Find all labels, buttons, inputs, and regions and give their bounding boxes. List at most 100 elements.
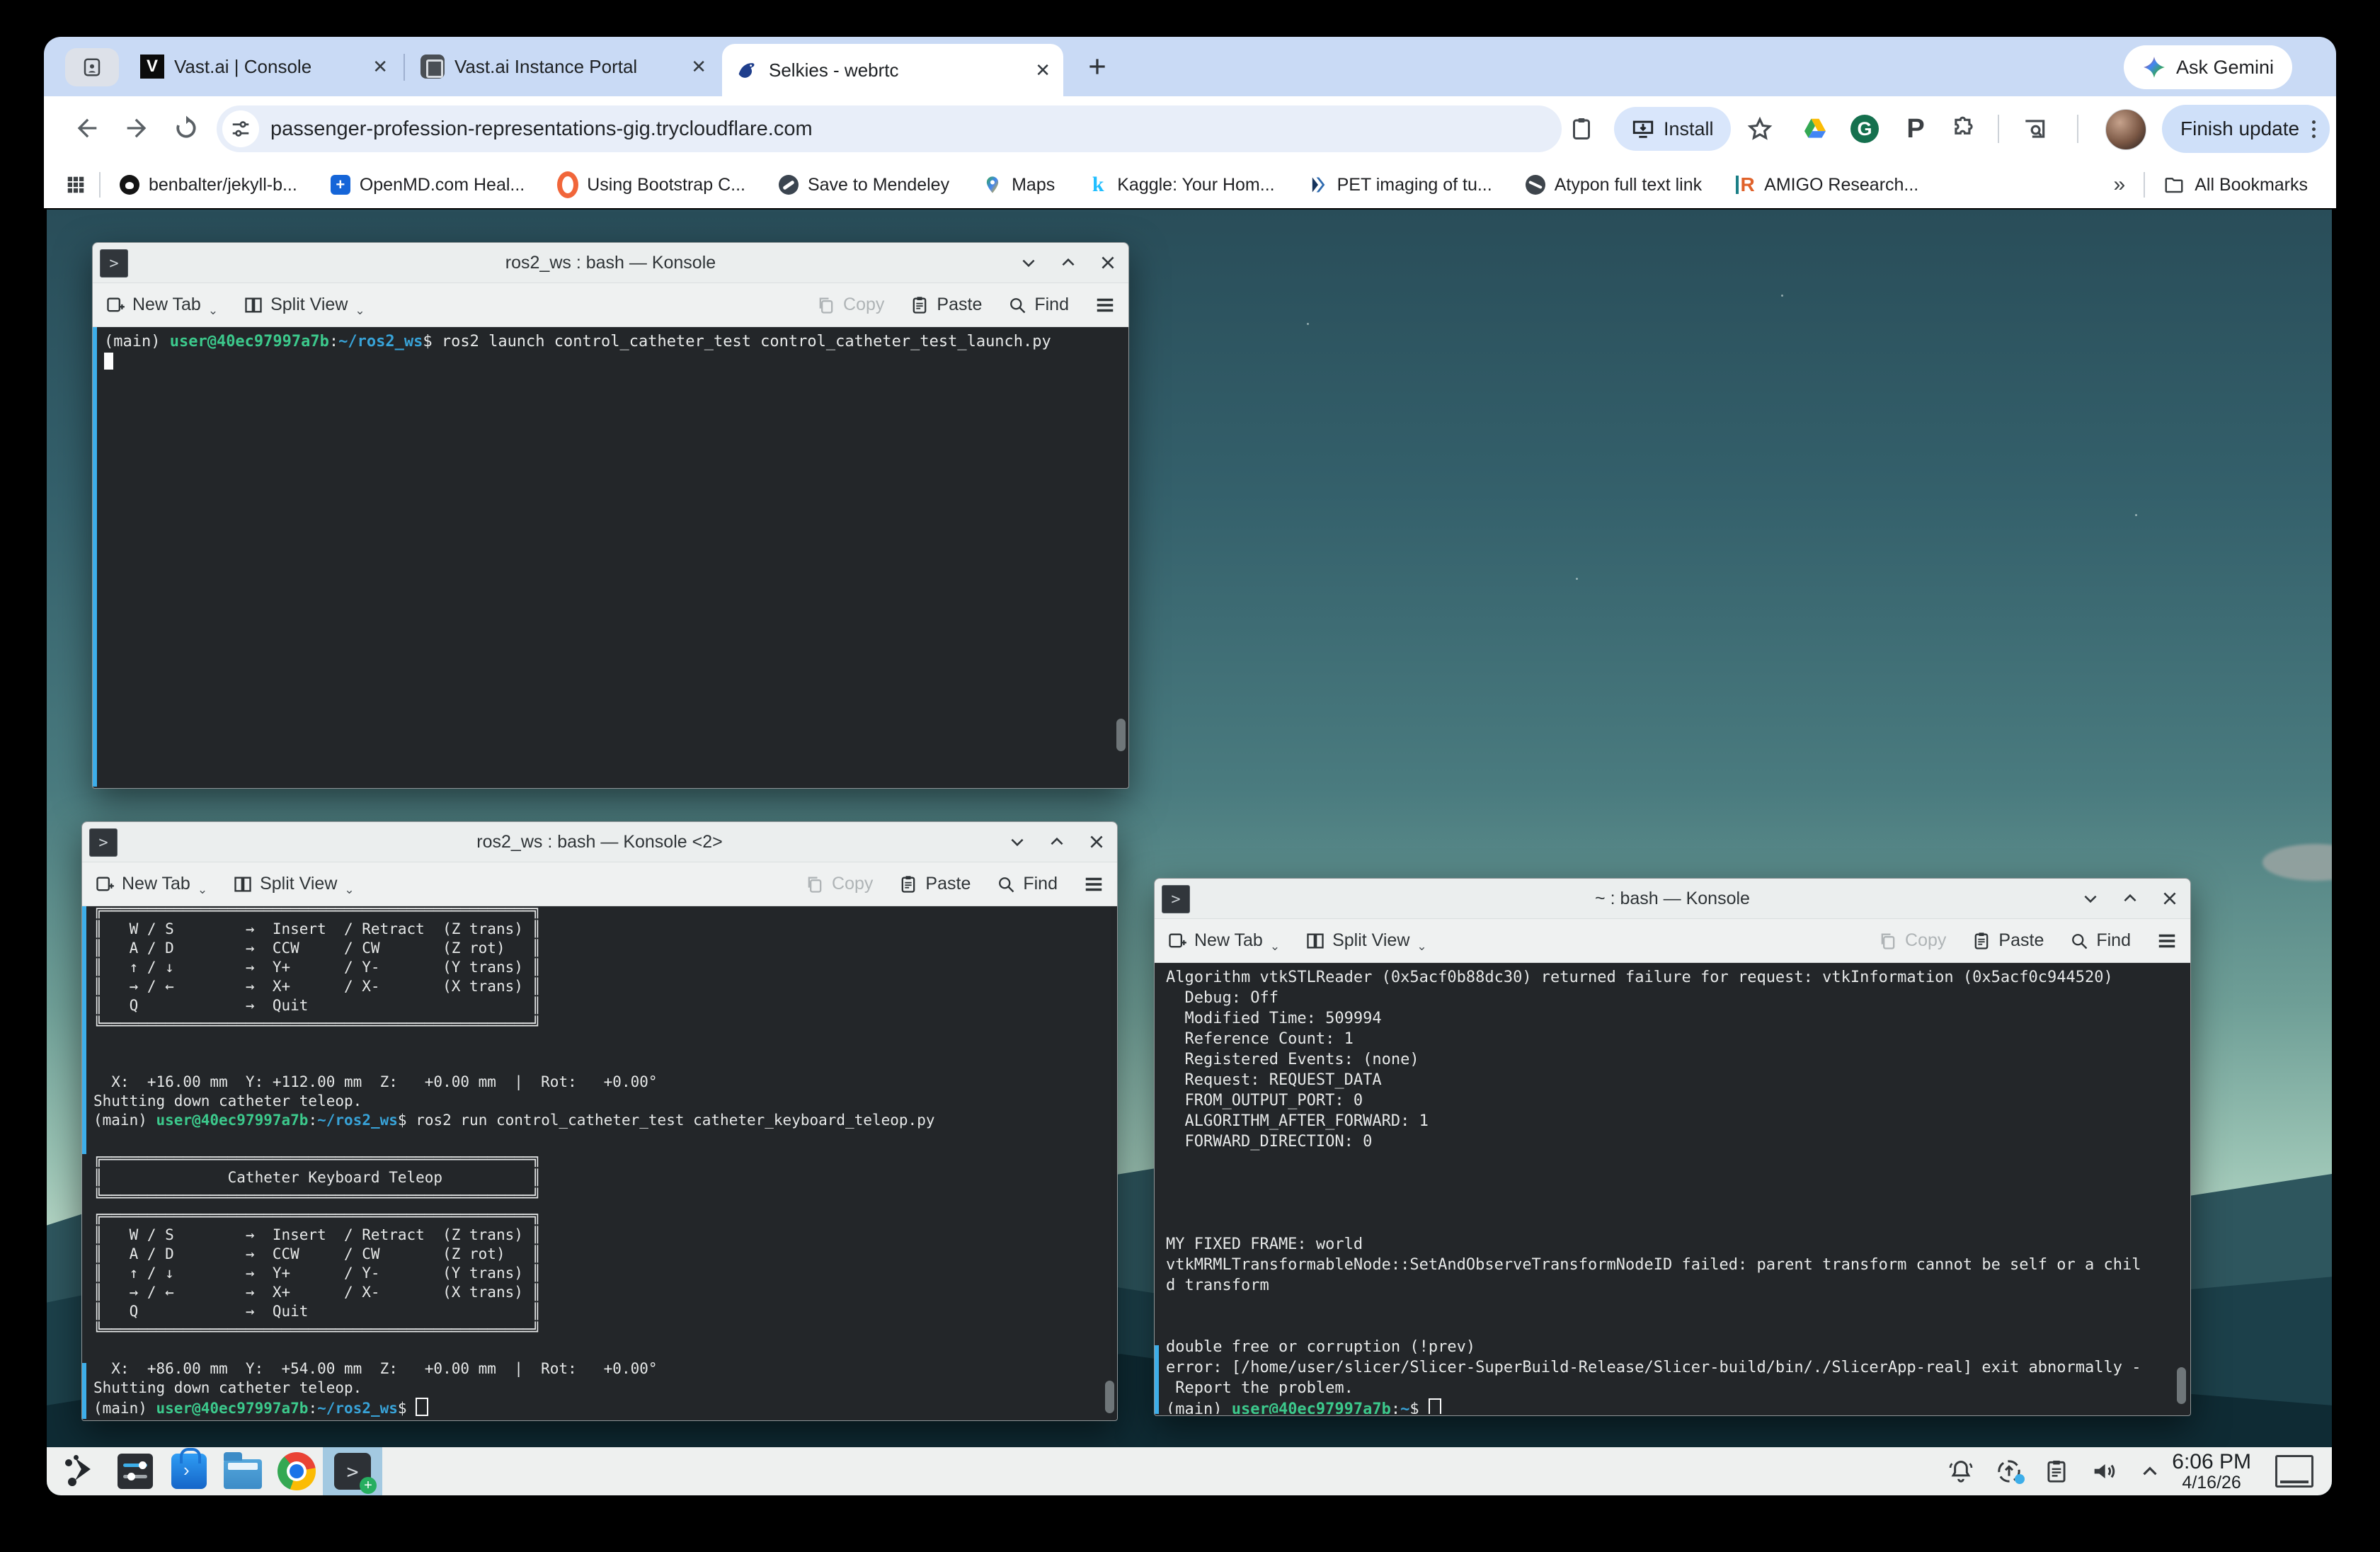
- copy-button[interactable]: Copy: [816, 295, 884, 315]
- bookmark-label: Kaggle: Your Hom...: [1117, 175, 1274, 195]
- tab-close-icon[interactable]: ✕: [1035, 59, 1051, 81]
- bookmark-openmd[interactable]: + OpenMD.com Heal...: [330, 174, 525, 195]
- maximize-icon[interactable]: [1059, 253, 1077, 272]
- bookmarks-overflow-chevron[interactable]: »: [2114, 173, 2126, 197]
- mendeley-icon: [778, 174, 799, 195]
- bookmark-pet-imaging[interactable]: PET imaging of tu...: [1308, 174, 1492, 195]
- bookmark-mendeley[interactable]: Save to Mendeley: [778, 174, 949, 195]
- bookmark-bootstrap[interactable]: Using Bootstrap C...: [557, 174, 745, 195]
- new-tab-label: New Tab: [122, 874, 190, 894]
- notifications-bell-icon[interactable]: [1947, 1457, 1975, 1485]
- profile-avatar[interactable]: [2105, 109, 2146, 150]
- bookmark-star-icon[interactable]: [1743, 112, 1777, 146]
- clipboard-toolbar-icon[interactable]: [1564, 112, 1598, 146]
- new-tab-button[interactable]: [1082, 51, 1113, 82]
- konsole-taskbar-button[interactable]: > +: [323, 1447, 382, 1495]
- terminal-text: (main) user@40ec97997a7b:~/ros2_ws$ ros2…: [93, 327, 1128, 372]
- scrollbar-thumb[interactable]: [2177, 1367, 2186, 1404]
- terminal-viewport[interactable]: Algorithm vtkSTLReader (0x5acf0b88dc30) …: [1155, 963, 2190, 1414]
- file-manager-button[interactable]: [224, 1452, 262, 1490]
- bookmark-kaggle[interactable]: k Kaggle: Your Hom...: [1087, 174, 1274, 195]
- scrollbar-thumb[interactable]: [1116, 719, 1126, 751]
- clock[interactable]: 6:06 PM 4/16/26: [2172, 1451, 2251, 1492]
- hamburger-menu-icon[interactable]: [1094, 295, 1116, 316]
- tray-expand-chevron-icon[interactable]: [2138, 1459, 2162, 1483]
- all-bookmarks-button[interactable]: All Bookmarks: [2163, 174, 2308, 195]
- tab-selkies-webrtc[interactable]: Selkies - webrtc ✕: [722, 44, 1063, 96]
- reload-button[interactable]: [170, 112, 202, 144]
- url-text: passenger-profession-representations-gig…: [270, 118, 813, 141]
- clipboard-tray-icon[interactable]: [2043, 1458, 2070, 1485]
- split-view-button[interactable]: Split View ⌄: [244, 295, 365, 315]
- hamburger-menu-icon[interactable]: [2156, 930, 2178, 952]
- paste-button[interactable]: Paste: [898, 874, 971, 894]
- konsole-window-2[interactable]: > ros2_ws : bash — Konsole <2> New Tab ⌄…: [81, 821, 1118, 1421]
- browser-menu-icon[interactable]: [2312, 120, 2316, 138]
- bookmark-atypon[interactable]: Atypon full text link: [1525, 174, 1702, 195]
- tab-vastai-console[interactable]: V Vast.ai | Console ✕: [127, 37, 401, 96]
- back-button[interactable]: [71, 112, 103, 144]
- maximize-icon[interactable]: [2121, 889, 2139, 908]
- window-titlebar[interactable]: > ros2_ws : bash — Konsole <2>: [82, 822, 1117, 862]
- screen: V Vast.ai | Console ✕ Vast.ai Instance P…: [0, 0, 2380, 1552]
- volume-icon[interactable]: [2090, 1457, 2118, 1485]
- hamburger-menu-icon[interactable]: [1083, 874, 1104, 895]
- find-button[interactable]: Find: [2069, 930, 2131, 951]
- tab-search-button[interactable]: [65, 48, 119, 86]
- minimize-icon[interactable]: [1019, 253, 1038, 272]
- site-settings-icon[interactable]: [222, 110, 259, 147]
- install-button[interactable]: Install: [1614, 107, 1731, 151]
- app-launcher-button[interactable]: [62, 1452, 101, 1490]
- split-view-button[interactable]: Split View ⌄: [233, 874, 355, 894]
- scrollbar-thumb[interactable]: [1105, 1381, 1114, 1413]
- copy-button[interactable]: Copy: [805, 874, 873, 894]
- konsole-window-1[interactable]: > ros2_ws : bash — Konsole New Tab ⌄ Spl…: [92, 242, 1129, 789]
- find-button[interactable]: Find: [996, 874, 1058, 894]
- window-titlebar[interactable]: > ros2_ws : bash — Konsole: [93, 243, 1128, 283]
- konsole-window-3[interactable]: > ~ : bash — Konsole New Tab ⌄ Split Vie…: [1154, 878, 2191, 1416]
- show-desktop-button[interactable]: [2275, 1455, 2313, 1488]
- forward-button[interactable]: [120, 112, 153, 144]
- close-icon[interactable]: [2161, 889, 2179, 908]
- terminal-viewport[interactable]: ╔═══════════════════════════════════════…: [82, 906, 1117, 1419]
- copy-icon: [805, 874, 825, 894]
- github-icon: [119, 174, 140, 195]
- minimize-icon[interactable]: [1008, 833, 1026, 851]
- apps-grid-icon[interactable]: [65, 174, 86, 195]
- remote-desktop-stream[interactable]: > ros2_ws : bash — Konsole New Tab ⌄ Spl…: [47, 210, 2332, 1495]
- copy-label: Copy: [1905, 930, 1946, 951]
- paste-button[interactable]: Paste: [910, 295, 982, 315]
- chrome-button[interactable]: [278, 1452, 316, 1490]
- discover-button[interactable]: [170, 1452, 208, 1490]
- tab-vastai-portal[interactable]: Vast.ai Instance Portal ✕: [408, 37, 719, 96]
- split-view-button[interactable]: Split View ⌄: [1305, 930, 1427, 951]
- finish-update-button[interactable]: Finish update: [2162, 105, 2330, 153]
- grammarly-extension-icon[interactable]: G: [1848, 112, 1882, 146]
- window-titlebar[interactable]: > ~ : bash — Konsole: [1155, 879, 2190, 919]
- p-extension-icon[interactable]: P: [1899, 112, 1933, 146]
- new-tab-button[interactable]: New Tab ⌄: [105, 295, 218, 315]
- maximize-icon[interactable]: [1048, 833, 1066, 851]
- minimize-icon[interactable]: [2081, 889, 2100, 908]
- extensions-puzzle-icon[interactable]: [1947, 112, 1981, 146]
- bookmark-maps[interactable]: Maps: [982, 174, 1055, 195]
- ask-gemini-button[interactable]: Ask Gemini: [2124, 45, 2292, 89]
- system-settings-button[interactable]: [116, 1452, 154, 1490]
- address-bar[interactable]: passenger-profession-representations-gig…: [217, 105, 1562, 152]
- new-tab-button[interactable]: New Tab ⌄: [1167, 930, 1280, 951]
- terminal-viewport[interactable]: (main) user@40ec97997a7b:~/ros2_ws$ ros2…: [93, 327, 1128, 787]
- close-icon[interactable]: [1087, 833, 1106, 851]
- split-view-icon: [233, 874, 253, 894]
- paste-button[interactable]: Paste: [1972, 930, 2044, 951]
- new-tab-button[interactable]: New Tab ⌄: [95, 874, 207, 894]
- updates-tray-icon[interactable]: [1995, 1457, 2023, 1485]
- google-drive-extension-icon[interactable]: [1798, 112, 1832, 146]
- copy-button[interactable]: Copy: [1878, 930, 1946, 951]
- find-button[interactable]: Find: [1007, 295, 1069, 315]
- tab-close-icon[interactable]: ✕: [691, 56, 706, 78]
- bookmark-amigo[interactable]: R AMIGO Research...: [1734, 174, 1918, 195]
- tab-close-icon[interactable]: ✕: [372, 56, 388, 78]
- bookmark-jekyll[interactable]: benbalter/jekyll-b...: [119, 174, 297, 195]
- side-search-icon[interactable]: [2018, 112, 2052, 146]
- close-icon[interactable]: [1099, 253, 1117, 272]
